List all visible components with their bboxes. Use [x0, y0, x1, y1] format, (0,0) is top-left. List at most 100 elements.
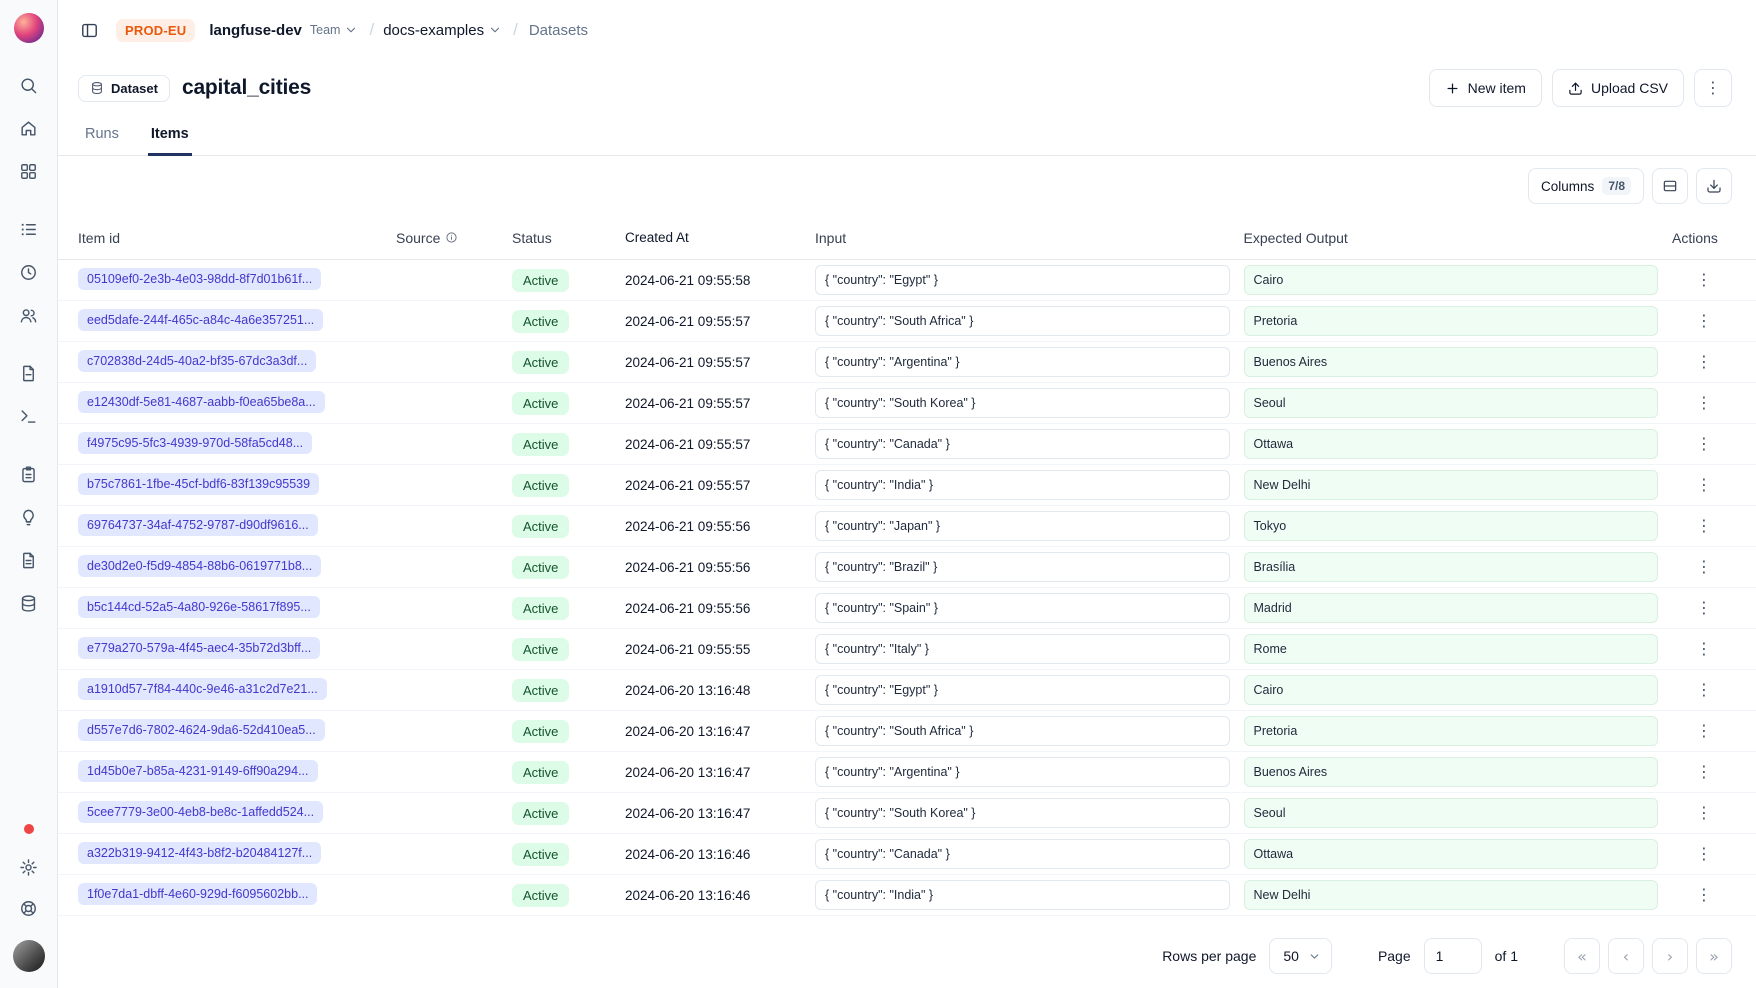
item-id-link[interactable]: a1910d57-7f84-440c-9e46-a31c2d7e21...	[78, 678, 327, 700]
table-row[interactable]: f4975c95-5fc3-4939-970d-58fa5cd48... Act…	[58, 424, 1756, 465]
home-icon[interactable]	[11, 110, 47, 146]
item-id-link[interactable]: 1f0e7da1-dbff-4e60-929d-f6095602bb...	[78, 883, 317, 905]
table-row[interactable]: eed5dafe-244f-465c-a84c-4a6e357251... Ac…	[58, 301, 1756, 342]
lightbulb-icon[interactable]	[11, 499, 47, 535]
row-actions-button[interactable]: ⋮	[1690, 389, 1718, 417]
input-cell[interactable]: { "country": "India" }	[815, 880, 1230, 910]
row-actions-button[interactable]: ⋮	[1690, 471, 1718, 499]
item-id-link[interactable]: de30d2e0-f5d9-4854-88b6-0619771b8...	[78, 555, 321, 577]
table-row[interactable]: b5c144cd-52a5-4a80-926e-58617f895... Act…	[58, 588, 1756, 629]
expected-output-cell[interactable]: Brasília	[1244, 552, 1659, 582]
row-actions-button[interactable]: ⋮	[1690, 717, 1718, 745]
table-row[interactable]: d557e7d6-7802-4624-9da6-52d410ea5... Act…	[58, 711, 1756, 752]
row-actions-button[interactable]: ⋮	[1690, 635, 1718, 663]
table-row[interactable]: de30d2e0-f5d9-4854-88b6-0619771b8... Act…	[58, 547, 1756, 588]
users-icon[interactable]	[11, 297, 47, 333]
table-row[interactable]: a322b319-9412-4f43-b8f2-b20484127f... Ac…	[58, 834, 1756, 875]
input-cell[interactable]: { "country": "South Africa" }	[815, 716, 1230, 746]
table-row[interactable]: 5cee7779-3e00-4eb8-be8c-1affedd524... Ac…	[58, 793, 1756, 834]
page-more-actions-button[interactable]: ⋮	[1694, 69, 1732, 107]
expected-output-cell[interactable]: Rome	[1244, 634, 1659, 664]
table-row[interactable]: 05109ef0-2e3b-4e03-98dd-8f7d01b61f... Ac…	[58, 260, 1756, 301]
datasets-icon[interactable]	[11, 585, 47, 621]
row-actions-button[interactable]: ⋮	[1690, 307, 1718, 335]
table-row[interactable]: 1d45b0e7-b85a-4231-9149-6ff90a294... Act…	[58, 752, 1756, 793]
org-switcher-chevron-icon[interactable]	[342, 21, 360, 39]
row-actions-button[interactable]: ⋮	[1690, 348, 1718, 376]
table-row[interactable]: 69764737-34af-4752-9787-d90df9616... Act…	[58, 506, 1756, 547]
upload-csv-button[interactable]: Upload CSV	[1552, 69, 1684, 107]
row-actions-button[interactable]: ⋮	[1690, 676, 1718, 704]
table-row[interactable]: a1910d57-7f84-440c-9e46-a31c2d7e21... Ac…	[58, 670, 1756, 711]
org-name[interactable]: langfuse-dev	[209, 22, 302, 39]
row-actions-button[interactable]: ⋮	[1690, 430, 1718, 458]
row-actions-button[interactable]: ⋮	[1690, 881, 1718, 909]
input-cell[interactable]: { "country": "South Africa" }	[815, 306, 1230, 336]
item-id-link[interactable]: eed5dafe-244f-465c-a84c-4a6e357251...	[78, 309, 323, 331]
expected-output-cell[interactable]: Pretoria	[1244, 306, 1659, 336]
expected-output-cell[interactable]: Buenos Aires	[1244, 347, 1659, 377]
rows-per-page-select[interactable]: 50	[1269, 938, 1332, 974]
expected-output-cell[interactable]: Buenos Aires	[1244, 757, 1659, 787]
search-icon[interactable]	[11, 67, 47, 103]
input-cell[interactable]: { "country": "Canada" }	[815, 839, 1230, 869]
langfuse-logo[interactable]	[14, 13, 44, 43]
breadcrumb-section[interactable]: Datasets	[529, 22, 588, 39]
export-button[interactable]	[1696, 168, 1732, 204]
evaluation-icon[interactable]	[11, 456, 47, 492]
table-row[interactable]: e779a270-579a-4f45-aec4-35b72d3bff... Ac…	[58, 629, 1756, 670]
page-number-input[interactable]	[1424, 938, 1482, 974]
input-cell[interactable]: { "country": "Egypt" }	[815, 675, 1230, 705]
user-avatar[interactable]	[13, 940, 45, 972]
expected-output-cell[interactable]: Seoul	[1244, 798, 1659, 828]
row-actions-button[interactable]: ⋮	[1690, 799, 1718, 827]
item-id-link[interactable]: f4975c95-5fc3-4939-970d-58fa5cd48...	[78, 432, 312, 454]
item-id-link[interactable]: b5c144cd-52a5-4a80-926e-58617f895...	[78, 596, 320, 618]
support-icon[interactable]	[11, 890, 47, 926]
expected-output-cell[interactable]: Pretoria	[1244, 716, 1659, 746]
input-cell[interactable]: { "country": "India" }	[815, 470, 1230, 500]
new-item-button[interactable]: New item	[1429, 69, 1542, 107]
table-row[interactable]: e12430df-5e81-4687-aabb-f0ea65be8a... Ac…	[58, 383, 1756, 424]
input-cell[interactable]: { "country": "Argentina" }	[815, 347, 1230, 377]
item-id-link[interactable]: 1d45b0e7-b85a-4231-9149-6ff90a294...	[78, 760, 318, 782]
expected-output-cell[interactable]: Cairo	[1244, 265, 1659, 295]
row-actions-button[interactable]: ⋮	[1690, 758, 1718, 786]
input-cell[interactable]: { "country": "Canada" }	[815, 429, 1230, 459]
row-actions-button[interactable]: ⋮	[1690, 553, 1718, 581]
table-row[interactable]: 1f0e7da1-dbff-4e60-929d-f6095602bb... Ac…	[58, 875, 1756, 916]
last-page-button[interactable]: »	[1696, 938, 1732, 974]
item-id-link[interactable]: b75c7861-1fbe-45cf-bdf6-83f139c95539	[78, 473, 319, 495]
input-cell[interactable]: { "country": "Brazil" }	[815, 552, 1230, 582]
project-switcher-chevron-icon[interactable]	[486, 21, 504, 39]
item-id-link[interactable]: e12430df-5e81-4687-aabb-f0ea65be8a...	[78, 391, 325, 413]
expected-output-cell[interactable]: New Delhi	[1244, 880, 1659, 910]
table-row[interactable]: b75c7861-1fbe-45cf-bdf6-83f139c95539 Act…	[58, 465, 1756, 506]
row-actions-button[interactable]: ⋮	[1690, 266, 1718, 294]
expected-output-cell[interactable]: New Delhi	[1244, 470, 1659, 500]
expected-output-cell[interactable]: Tokyo	[1244, 511, 1659, 541]
tracing-icon[interactable]	[11, 211, 47, 247]
row-actions-button[interactable]: ⋮	[1690, 594, 1718, 622]
sidebar-toggle-icon[interactable]	[72, 13, 106, 47]
item-id-link[interactable]: 69764737-34af-4752-9787-d90df9616...	[78, 514, 318, 536]
item-id-link[interactable]: e779a270-579a-4f45-aec4-35b72d3bff...	[78, 637, 320, 659]
expected-output-cell[interactable]: Madrid	[1244, 593, 1659, 623]
item-id-link[interactable]: c702838d-24d5-40a2-bf35-67dc3a3df...	[78, 350, 316, 372]
table-row[interactable]: c702838d-24d5-40a2-bf35-67dc3a3df... Act…	[58, 342, 1756, 383]
expected-output-cell[interactable]: Ottawa	[1244, 839, 1659, 869]
next-page-button[interactable]: ›	[1652, 938, 1688, 974]
input-cell[interactable]: { "country": "Argentina" }	[815, 757, 1230, 787]
item-id-link[interactable]: a322b319-9412-4f43-b8f2-b20484127f...	[78, 842, 321, 864]
item-id-link[interactable]: d557e7d6-7802-4624-9da6-52d410ea5...	[78, 719, 325, 741]
input-cell[interactable]: { "country": "Spain" }	[815, 593, 1230, 623]
settings-icon[interactable]	[11, 849, 47, 885]
project-name[interactable]: docs-examples	[383, 22, 484, 39]
columns-button[interactable]: Columns 7/8	[1528, 168, 1644, 204]
expected-output-cell[interactable]: Ottawa	[1244, 429, 1659, 459]
annotation-icon[interactable]	[11, 542, 47, 578]
prev-page-button[interactable]: ‹	[1608, 938, 1644, 974]
expected-output-cell[interactable]: Cairo	[1244, 675, 1659, 705]
input-cell[interactable]: { "country": "South Korea" }	[815, 798, 1230, 828]
expected-output-cell[interactable]: Seoul	[1244, 388, 1659, 418]
